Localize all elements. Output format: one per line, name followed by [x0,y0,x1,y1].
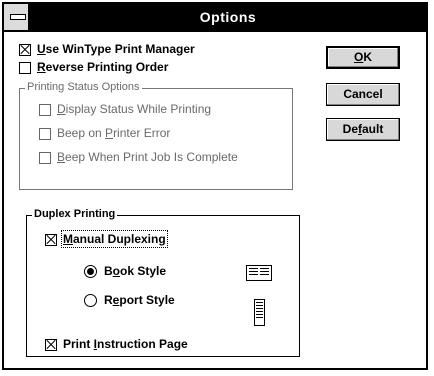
print-instruction-checkbox[interactable] [45,339,57,351]
duplex-printing-group-title: Duplex Printing [32,208,118,220]
manual-duplexing-checkbox[interactable] [45,234,57,246]
title-bar: Options [4,4,426,32]
report-style-radio[interactable] [84,294,97,307]
reverse-order-checkbox[interactable] [19,62,31,74]
cancel-button[interactable]: Cancel [326,83,400,106]
beep-printer-error-checkbox[interactable] [39,128,51,140]
window-title: Options [199,9,257,25]
use-wintype-label[interactable]: Use WinType Print Manager [37,42,195,56]
default-button[interactable]: Default [326,118,400,141]
manual-duplexing-label[interactable]: Manual Duplexing [61,230,168,248]
ok-button[interactable]: OK [326,46,400,69]
book-style-radio[interactable] [84,265,97,278]
reverse-order-label[interactable]: Reverse Printing Order [37,60,168,74]
report-style-label[interactable]: Report Style [104,293,175,307]
display-status-checkbox[interactable] [39,104,51,116]
printing-status-group-title: Printing Status Options [25,81,142,93]
use-wintype-checkbox[interactable] [19,44,31,56]
book-style-icon [246,265,272,281]
beep-job-complete-label[interactable]: Beep When Print Job Is Complete [57,150,238,164]
system-menu-button[interactable] [4,4,30,30]
beep-job-complete-checkbox[interactable] [39,152,51,164]
report-style-icon [254,299,265,326]
book-style-label[interactable]: Book Style [104,264,166,278]
beep-printer-error-label[interactable]: Beep on Printer Error [57,126,170,140]
display-status-label[interactable]: Display Status While Printing [57,102,211,116]
options-dialog: Options Use WinType Print Manager Revers… [2,2,428,370]
system-menu-icon [10,14,26,20]
print-instruction-label[interactable]: Print Instruction Page [63,337,188,351]
